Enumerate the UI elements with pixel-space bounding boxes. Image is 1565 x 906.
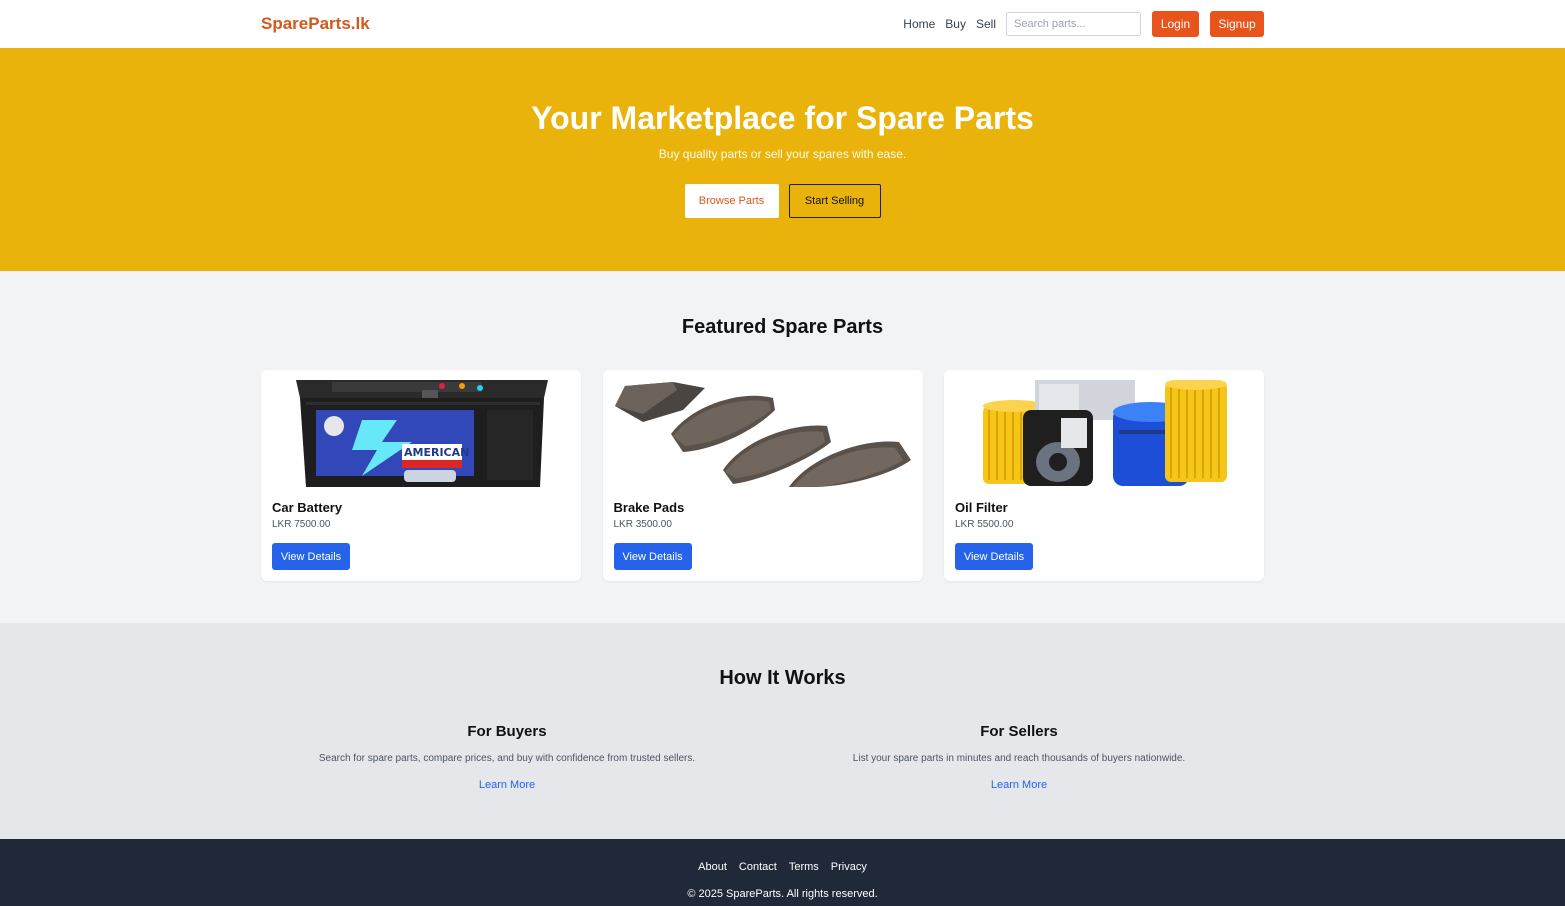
footer-link-contact[interactable]: Contact <box>739 861 777 873</box>
footer-link-about[interactable]: About <box>698 861 727 873</box>
browse-parts-button[interactable]: Browse Parts <box>684 184 779 218</box>
oil-filter-illustration <box>979 380 1229 487</box>
navbar: SpareParts.lk Home Buy Sell Login Signup <box>0 0 1565 48</box>
how-heading: How It Works <box>719 667 846 689</box>
hero-title: Your Marketplace for Spare Parts <box>531 100 1034 136</box>
nav-link-sell[interactable]: Sell <box>976 17 996 31</box>
battery-brand-text: AMERICAN <box>404 446 469 459</box>
sellers-text: List your spare parts in minutes and rea… <box>852 753 1186 764</box>
nav-link-buy[interactable]: Buy <box>945 17 966 31</box>
sellers-column: For Sellers List your spare parts in min… <box>769 723 1269 793</box>
buyers-text: Search for spare parts, compare prices, … <box>318 753 696 764</box>
nav-menu: Home Buy Sell Login Signup <box>903 11 1264 37</box>
card-title: Car Battery <box>272 500 343 515</box>
sellers-title: For Sellers <box>980 723 1058 740</box>
sellers-learn-more-link[interactable]: Learn More <box>991 779 1047 791</box>
card-title: Brake Pads <box>613 500 685 515</box>
product-cards: AMERICAN Car Battery LKR 7500.00 View De… <box>261 370 1264 581</box>
brake-pads-illustration <box>612 380 913 487</box>
hero-section: Your Marketplace for Spare Parts Buy qua… <box>0 48 1565 271</box>
card-title: Oil Filter <box>955 500 1008 515</box>
featured-section: Featured Spare Parts AMERICAN Car Batter… <box>0 271 1565 623</box>
footer: About Contact Terms Privacy © 2025 Spare… <box>0 839 1565 906</box>
navbar-inner: SpareParts.lk Home Buy Sell Login Signup <box>261 0 1264 48</box>
buyers-column: For Buyers Search for spare parts, compa… <box>257 723 757 793</box>
buyers-learn-more-link[interactable]: Learn More <box>479 779 535 791</box>
copyright-text: © 2025 SpareParts. All rights reserved. <box>687 888 878 900</box>
nav-link-home[interactable]: Home <box>903 17 935 31</box>
oil-filter-image <box>954 380 1254 487</box>
footer-link-privacy[interactable]: Privacy <box>831 861 867 873</box>
featured-heading: Featured Spare Parts <box>681 316 884 338</box>
card-price: LKR 7500.00 <box>272 519 331 530</box>
brake-pads-image <box>612 380 913 487</box>
hero-buttons: Browse Parts Start Selling <box>0 184 1565 218</box>
product-card-oil-filter: Oil Filter LKR 5500.00 View Details <box>944 370 1264 581</box>
buyers-title: For Buyers <box>467 723 547 740</box>
brand-logo[interactable]: SpareParts.lk <box>261 14 370 34</box>
card-price: LKR 3500.00 <box>613 519 672 530</box>
product-card-car-battery: AMERICAN Car Battery LKR 7500.00 View De… <box>261 370 581 581</box>
how-it-works-section: How It Works For Buyers Search for spare… <box>0 623 1565 839</box>
product-card-brake-pads: Brake Pads LKR 3500.00 View Details <box>602 370 923 581</box>
signup-button[interactable]: Signup <box>1210 11 1264 37</box>
footer-links: About Contact Terms Privacy <box>0 861 1565 873</box>
hero-subtitle: Buy quality parts or sell your spares wi… <box>658 147 907 161</box>
view-details-button[interactable]: View Details <box>955 543 1033 570</box>
view-details-button[interactable]: View Details <box>272 543 350 570</box>
footer-link-terms[interactable]: Terms <box>789 861 819 873</box>
search-input[interactable] <box>1006 12 1141 36</box>
car-battery-image: AMERICAN <box>271 380 571 487</box>
login-button[interactable]: Login <box>1152 11 1199 37</box>
view-details-button[interactable]: View Details <box>613 543 692 570</box>
card-price: LKR 5500.00 <box>955 519 1014 530</box>
car-battery-illustration: AMERICAN <box>292 380 550 487</box>
start-selling-button[interactable]: Start Selling <box>788 184 881 218</box>
